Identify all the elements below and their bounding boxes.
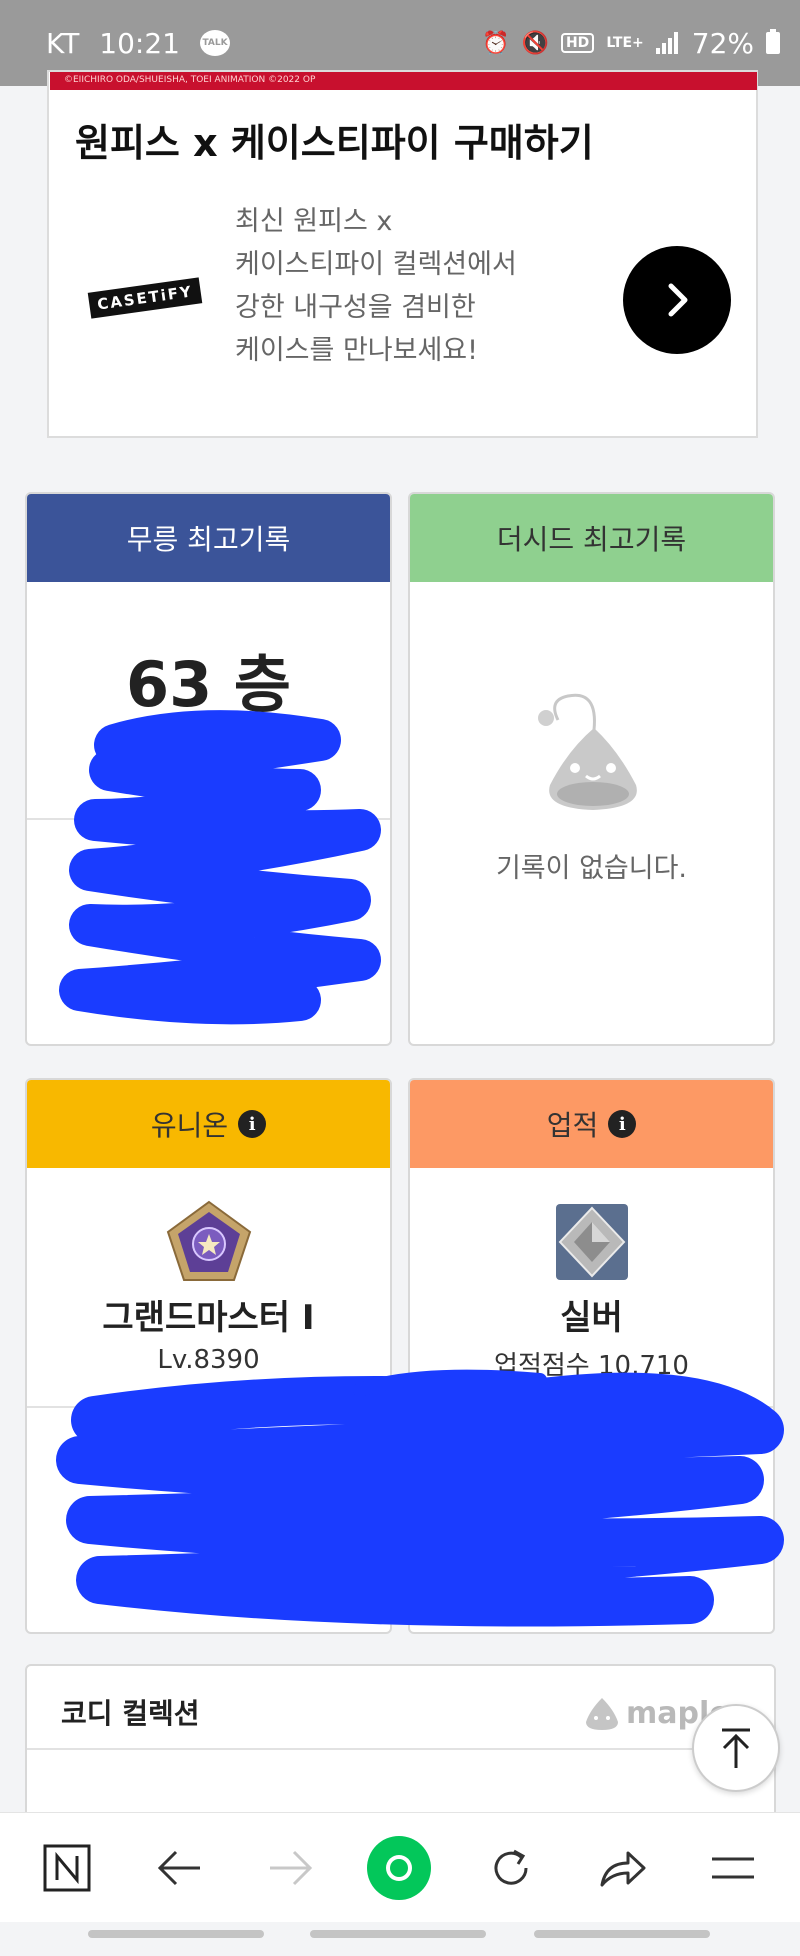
ad-desc-line: 강한 내구성을 겸비한	[235, 292, 476, 323]
network-type-icon: LTE+	[606, 35, 644, 51]
mureung-title: 무릉 최고기록	[126, 523, 291, 556]
battery-percent: 72%	[691, 26, 754, 60]
ad-desc-line: 케이스를 만나보세요!	[235, 335, 478, 366]
union-rank: 그랜드마스터 I	[102, 1298, 315, 1338]
alarm-icon: ⏰	[482, 30, 510, 56]
battery-icon	[766, 29, 780, 54]
browser-toolbar	[0, 1812, 800, 1922]
arrow-left-icon	[157, 1850, 200, 1886]
ad-description: 최신 원피스 x 케이스티파이 컬렉션에서 강한 내구성을 겸비한 케이스를 만…	[235, 200, 555, 372]
the-seed-record-card: 더시드 최고기록 기록이 없습니다.	[408, 492, 775, 1046]
system-nav-handle[interactable]	[310, 1930, 486, 1938]
ad-desc-line: 케이스티파이 컬렉션에서	[235, 249, 517, 280]
ad-title[interactable]: 원피스 x 케이스티파이 구매하기	[75, 112, 594, 167]
union-header: 유니온 i	[27, 1080, 390, 1168]
arrow-up-icon	[722, 1728, 750, 1768]
ad-desc-line: 최신 원피스 x	[235, 206, 393, 237]
share-button[interactable]	[588, 1833, 658, 1903]
union-level: Lv.8390	[157, 1345, 260, 1375]
mureung-record-card: 무릉 최고기록 63 층	[25, 492, 392, 1046]
slime-logo-icon	[586, 1698, 618, 1730]
silver-grade-icon	[555, 1204, 628, 1280]
mureung-floor-value: 63 층	[126, 648, 291, 721]
mureung-header: 무릉 최고기록	[27, 494, 390, 582]
no-record-text: 기록이 없습니다.	[495, 853, 688, 884]
ad-banner[interactable]: ©EIICHIRO ODA/SHUEISHA, TOEI ANIMATION ©…	[47, 70, 758, 438]
naver-n-icon	[43, 1844, 91, 1892]
reload-button[interactable]	[476, 1833, 546, 1903]
grandmaster-rank-icon	[166, 1200, 251, 1281]
info-icon[interactable]: i	[238, 1110, 267, 1138]
divider	[27, 1748, 774, 1750]
ad-image-strip: ©EIICHIRO ODA/SHUEISHA, TOEI ANIMATION ©…	[50, 72, 757, 90]
achievement-card: 업적 i 실버 업적점수 10,710	[408, 1078, 775, 1634]
divider	[27, 1406, 390, 1408]
forward-button[interactable]	[256, 1833, 326, 1903]
system-nav-handle[interactable]	[88, 1930, 264, 1938]
hamburger-menu-icon	[712, 1857, 754, 1879]
codi-title: 코디 컬렉션	[61, 1697, 200, 1730]
empty-slime-icon	[538, 693, 637, 810]
union-title: 유니온	[150, 1109, 229, 1142]
naver-home-button[interactable]	[32, 1833, 102, 1903]
casetify-logo: CASETiFY	[87, 277, 203, 319]
menu-button[interactable]	[698, 1833, 768, 1903]
signal-icon	[655, 32, 680, 54]
achievement-grade: 실버	[560, 1298, 623, 1338]
divider	[27, 818, 390, 820]
the-seed-header: 더시드 최고기록	[410, 494, 773, 582]
achievement-title: 업적	[546, 1109, 599, 1142]
arrow-right-icon	[270, 1850, 313, 1886]
divider	[410, 1406, 773, 1408]
ad-go-button[interactable]	[623, 246, 731, 354]
green-home-button[interactable]	[364, 1833, 434, 1903]
ad-copyright: ©EIICHIRO ODA/SHUEISHA, TOEI ANIMATION ©…	[64, 75, 316, 85]
info-icon[interactable]: i	[608, 1110, 637, 1138]
mute-icon: 🔇	[521, 30, 549, 56]
share-icon	[600, 1851, 646, 1887]
system-nav-handle[interactable]	[534, 1930, 710, 1938]
hd-voice-icon: HD	[560, 33, 595, 53]
clock: 10:21	[99, 26, 180, 60]
scroll-to-top-button[interactable]	[692, 1704, 780, 1792]
green-dot-icon	[367, 1836, 431, 1900]
achievement-score: 업적점수 10,710	[494, 1351, 689, 1381]
union-card: 유니온 i 그랜드마스터 I Lv.8390	[25, 1078, 392, 1634]
the-seed-title: 더시드 최고기록	[496, 523, 687, 556]
achievement-header: 업적 i	[410, 1080, 773, 1168]
chevron-right-icon	[668, 283, 688, 317]
reload-icon	[494, 1849, 528, 1885]
back-button[interactable]	[144, 1833, 214, 1903]
kakaotalk-icon: TALK	[200, 30, 230, 56]
carrier-label: KT	[46, 26, 80, 60]
